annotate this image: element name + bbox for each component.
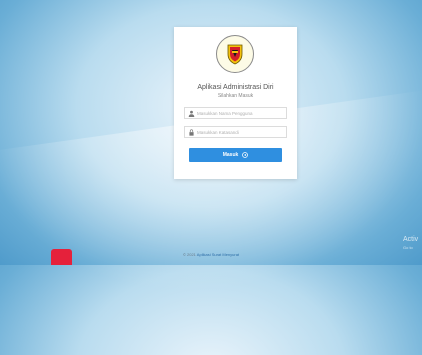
app-title: Aplikasi Administrasi Diri — [197, 84, 274, 91]
username-field[interactable] — [184, 107, 287, 119]
shield-emblem-icon — [227, 44, 243, 65]
activation-watermark-sub: Go to — [403, 245, 413, 250]
copyright-text: © 2021 — [182, 252, 196, 257]
username-input[interactable] — [197, 110, 285, 116]
login-button-label: Masuk — [222, 152, 239, 158]
arrow-circle-right-icon — [242, 152, 249, 158]
lock-icon — [185, 128, 197, 136]
logo — [216, 35, 254, 73]
user-icon — [185, 110, 197, 117]
login-card: Aplikasi Administrasi Diri Silahkan Masu… — [174, 27, 297, 179]
app-subtitle: Silahkan Masuk — [217, 93, 254, 99]
activation-watermark: Activ — [403, 236, 419, 243]
red-taskbar-item[interactable] — [51, 249, 72, 265]
password-input[interactable] — [197, 129, 285, 135]
login-button[interactable]: Masuk — [189, 148, 282, 162]
footer-app-link[interactable]: Aplikasi Surat Menyurat — [197, 252, 239, 257]
password-field[interactable] — [184, 126, 287, 138]
